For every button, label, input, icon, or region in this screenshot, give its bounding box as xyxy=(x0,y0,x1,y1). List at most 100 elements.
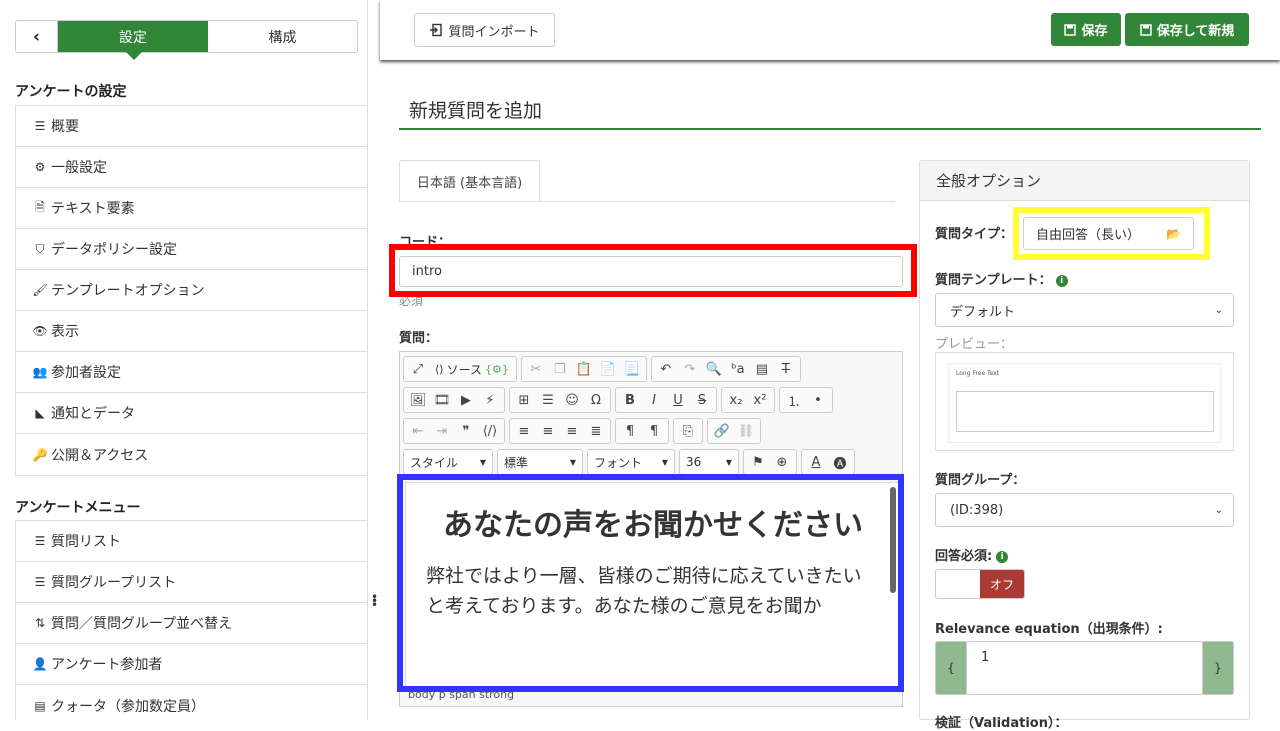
save-and-new-label: 保存して新規 xyxy=(1156,24,1235,39)
sidebar-item[interactable]: ☰ 概要 xyxy=(16,106,367,147)
info-icon[interactable]: i xyxy=(1055,275,1068,287)
replace-icon[interactable]: ᵇa xyxy=(727,358,749,380)
paste-word-icon[interactable]: 📃 xyxy=(621,358,643,380)
tab-divider xyxy=(399,201,895,202)
toolbar-group: ≡ ≡ ≡ ≣ xyxy=(509,418,611,444)
sidebar-item[interactable]: ◣ 通知とデータ xyxy=(16,393,367,434)
sidebar-item[interactable]: ☰ 質問リスト xyxy=(16,521,367,562)
relevance-input[interactable]: 1 xyxy=(966,642,1203,694)
sidebar-item-label: テンプレートオプション xyxy=(51,283,205,299)
flash-icon[interactable]: ⚡ xyxy=(479,389,501,411)
numbered-list-icon[interactable]: ⒈ xyxy=(783,389,805,411)
mandatory-toggle[interactable]: オフ xyxy=(935,569,1025,599)
strikethrough-icon[interactable]: S xyxy=(691,389,713,411)
question-group-select[interactable]: (ID:398) ⌄ xyxy=(935,493,1234,527)
sidebar-item[interactable]: ⚙ 一般設定 xyxy=(16,147,367,188)
sidebar-item[interactable]: 👤 アンケート参加者 xyxy=(16,644,367,685)
sidebar-item[interactable]: ⇅ 質問／質問グループ並べ替え xyxy=(16,603,367,644)
info-icon[interactable]: i xyxy=(996,551,1009,563)
anchor-flag-icon[interactable]: ⚑ xyxy=(747,451,769,473)
image-icon[interactable]: 🖼 xyxy=(407,389,429,411)
language-globe-icon[interactable]: ⊕ xyxy=(771,451,793,473)
select-all-icon[interactable]: ▤ xyxy=(751,358,773,380)
mandatory-label: 回答必須: i xyxy=(935,545,1009,564)
outdent-icon[interactable]: ⇤ xyxy=(407,420,429,442)
bold-icon[interactable]: B xyxy=(619,389,641,411)
highlight-box-blue xyxy=(397,474,904,692)
paste-text-icon[interactable]: 📄 xyxy=(597,358,619,380)
sidebar-item[interactable]: ▤ クォータ（参加数定員） xyxy=(16,685,367,720)
font-dropdown[interactable]: フォント ▼ xyxy=(587,449,675,475)
div-container-icon[interactable]: ⟨/⟩ xyxy=(479,420,501,442)
video-icon[interactable]: 🎞 xyxy=(431,389,453,411)
remove-format-icon[interactable]: T̶ xyxy=(775,358,797,380)
find-icon[interactable]: 🔍 xyxy=(703,358,725,380)
sidebar-item-label: テキスト要素 xyxy=(51,201,135,217)
relevance-label: Relevance equation（出現条件）: xyxy=(935,622,1163,637)
superscript-icon[interactable]: x² xyxy=(749,389,771,411)
drag-handle-icon[interactable]: • • • xyxy=(371,591,378,611)
style-dropdown[interactable]: スタイル ▼ xyxy=(403,449,493,475)
sidebar-item[interactable]: ☰ 質問グループリスト xyxy=(16,562,367,603)
cut-icon[interactable]: ✂ xyxy=(525,358,547,380)
background-color-icon[interactable]: 🅐 xyxy=(829,451,851,473)
bulleted-list-icon[interactable]: • xyxy=(807,389,829,411)
save-and-new-button[interactable]: 保存して新規 xyxy=(1125,13,1249,46)
align-left-icon[interactable]: ≡ xyxy=(513,420,535,442)
redo-icon[interactable]: ↷ xyxy=(679,358,701,380)
underline-icon[interactable]: U xyxy=(667,389,689,411)
chevron-left-icon: ‹ xyxy=(32,26,40,47)
tab-settings[interactable]: 設定 xyxy=(58,21,208,60)
maximize-icon[interactable]: ⤢ xyxy=(407,358,429,380)
sidebar-item-label: 一般設定 xyxy=(51,160,107,176)
paste-icon[interactable]: 📋 xyxy=(573,358,595,380)
rss-icon: ◣ xyxy=(35,406,45,420)
format-dropdown[interactable]: 標準 ▼ xyxy=(497,449,583,475)
indent-icon[interactable]: ⇥ xyxy=(431,420,453,442)
smiley-icon[interactable]: ☺ xyxy=(561,389,583,411)
sidebar-item[interactable]: 🔑 公開＆アクセス xyxy=(16,434,367,475)
ltr-icon[interactable]: ¶ xyxy=(619,420,641,442)
blockquote-icon[interactable]: ❞ xyxy=(455,420,477,442)
top-toolbar: 質問インポート 保存 保存して新規 xyxy=(380,0,1280,60)
tab-structure[interactable]: 構成 xyxy=(208,21,357,52)
source-label: ソース xyxy=(446,362,482,377)
sidebar-item[interactable]: ⛉ データポリシー設定 xyxy=(16,229,367,270)
special-char-icon[interactable]: Ω xyxy=(585,389,607,411)
text-color-icon[interactable]: A xyxy=(805,451,827,473)
survey-settings-menu: ☰ 概要 ⚙ 一般設定 🗎 テキスト要素 ⛉ データポリシー設定 🖌 テンプレートオプション 👁 表示… xyxy=(15,105,367,476)
copy-icon[interactable]: ❐ xyxy=(549,358,571,380)
tab-language-japanese[interactable]: 日本語 (基本言語) xyxy=(399,160,540,202)
sidebar-splitter[interactable] xyxy=(368,0,380,720)
import-question-button[interactable]: 質問インポート xyxy=(414,13,555,47)
question-template-label: 質問テンプレート： i xyxy=(935,269,1068,288)
italic-icon[interactable]: I xyxy=(643,389,665,411)
question-template-select[interactable]: デフォルト ⌄ xyxy=(935,293,1234,327)
toolbar-group: ↶ ↷ 🔍 ᵇa ▤ T̶ xyxy=(650,356,801,382)
font-size-dropdown[interactable]: 36 ▼ xyxy=(679,449,739,475)
sidebar-item[interactable]: 👁 表示 xyxy=(16,311,367,352)
sidebar-item[interactable]: 👥 参加者設定 xyxy=(16,352,367,393)
sidebar-item[interactable]: 🗎 テキスト要素 xyxy=(16,188,367,229)
link-icon[interactable]: 🔗 xyxy=(711,420,733,442)
sidebar-item-label: 通知とデータ xyxy=(51,406,135,422)
undo-icon[interactable]: ↶ xyxy=(655,358,677,380)
sidebar-item[interactable]: 🖌 テンプレートオプション xyxy=(16,270,367,311)
play-icon[interactable]: ▶ xyxy=(455,389,477,411)
align-right-icon[interactable]: ≡ xyxy=(561,420,583,442)
save-icon xyxy=(1064,23,1077,36)
source-button[interactable]: ⟨⟩ ソース {⚙} xyxy=(431,361,513,378)
align-center-icon[interactable]: ≡ xyxy=(537,420,559,442)
back-button[interactable]: ‹ xyxy=(16,21,58,52)
unlink-icon[interactable]: ⛓ xyxy=(735,420,757,442)
page-break-icon[interactable]: ⎘ xyxy=(677,420,699,442)
source-icon: ⟨⟩ xyxy=(435,362,444,376)
horizontal-line-icon[interactable]: ☰ xyxy=(537,389,559,411)
save-button[interactable]: 保存 xyxy=(1051,13,1121,46)
survey-menu: ☰ 質問リスト ☰ 質問グループリスト ⇅ 質問／質問グループ並べ替え 👤 アンケート参加者 ▤… xyxy=(15,520,367,720)
justify-icon[interactable]: ≣ xyxy=(585,420,607,442)
subscript-icon[interactable]: x₂ xyxy=(725,389,747,411)
table-icon[interactable]: ⊞ xyxy=(513,389,535,411)
list-icon: ☰ xyxy=(34,534,46,548)
rtl-icon[interactable]: ¶ xyxy=(643,420,665,442)
